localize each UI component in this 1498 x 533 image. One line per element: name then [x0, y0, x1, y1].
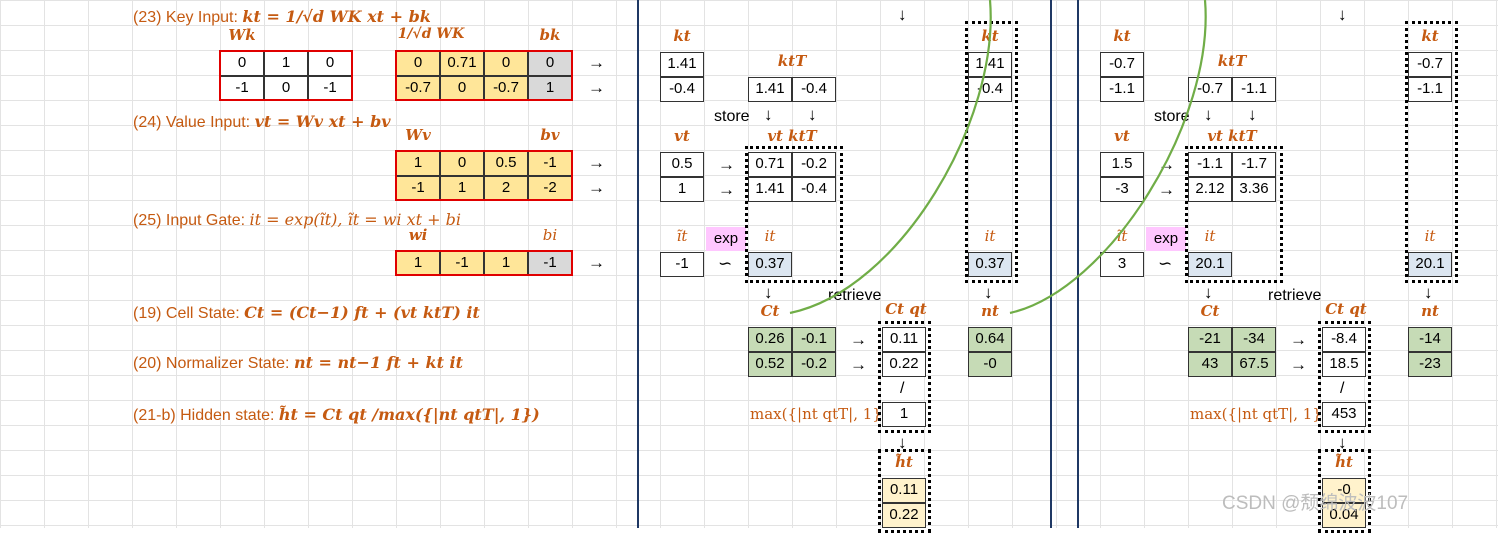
curve-step1-left [789, 0, 992, 315]
curve-step1-right [1009, 0, 1207, 315]
retrieve-curves [789, 0, 1207, 315]
watermark: CSDN @颓绵波波107 [1222, 493, 1409, 514]
